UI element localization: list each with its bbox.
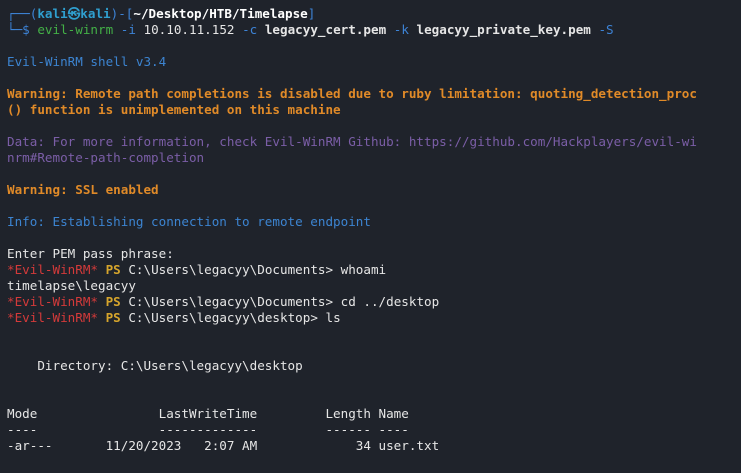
session-tag: *Evil-WinRM* xyxy=(7,294,98,309)
session-line-ls: *Evil-WinRM* PS C:\Users\legacyy\desktop… xyxy=(7,310,741,326)
pem-prompt: Enter PEM pass phrase: xyxy=(7,246,174,261)
session-tag: *Evil-WinRM* xyxy=(7,262,98,277)
info-connecting: Info: Establishing connection to remote … xyxy=(7,214,371,229)
session-command: cd ../desktop xyxy=(333,294,440,309)
directory-heading: Directory: C:\Users\legacyy\desktop xyxy=(7,358,303,373)
ps-label: PS xyxy=(98,294,129,309)
terminal-window[interactable]: ┌──(kali㉿kali)-[~/Desktop/HTB/Timelapse]… xyxy=(0,0,741,473)
session-command: whoami xyxy=(333,262,387,277)
command-cert-file: legacyy_cert.pem xyxy=(257,22,387,37)
warning-path-completion-1: Warning: Remote path completions is disa… xyxy=(7,86,697,101)
command-flag-S: -S xyxy=(590,22,614,37)
prompt-line-2: └─$ evil-winrm -i 10.10.11.152 -c legacy… xyxy=(7,22,741,38)
session-tag: *Evil-WinRM* xyxy=(7,310,98,325)
command-flag-c: -c xyxy=(234,22,258,37)
data-info-line-2: nrm#Remote-path-completion xyxy=(7,150,205,165)
prompt-host: kali xyxy=(80,6,111,21)
prompt-cwd: ~/Desktop/HTB/Timelapse xyxy=(133,6,308,21)
listing-underline: ---- ------------- ------ ---- xyxy=(7,422,409,437)
version-line: Evil-WinRM shell v3.4 xyxy=(7,54,167,69)
command-name: evil-winrm xyxy=(37,22,114,37)
prompt-separator: )-[ xyxy=(110,6,134,21)
prompt-user: kali xyxy=(37,6,68,21)
session-line-whoami: *Evil-WinRM* PS C:\Users\legacyy\Documen… xyxy=(7,262,741,278)
session-path: C:\Users\legacyy\Documents> xyxy=(128,262,334,277)
prompt-line-1: ┌──(kali㉿kali)-[~/Desktop/HTB/Timelapse] xyxy=(7,6,741,22)
ps-label: PS xyxy=(98,262,129,277)
ps-label: PS xyxy=(98,310,129,325)
command-flag-i: -i xyxy=(113,22,136,37)
command-key-file: legacyy_private_key.pem xyxy=(408,22,591,37)
prompt-at-symbol: ㉿ xyxy=(67,6,81,21)
prompt-frame-top: ┌──( xyxy=(7,6,38,21)
data-info-line-1: Data: For more information, check Evil-W… xyxy=(7,134,697,149)
session-command: ls xyxy=(317,310,341,325)
prompt-frame-bottom: └─$ xyxy=(7,22,38,37)
command-flag-k: -k xyxy=(386,22,409,37)
session-path: C:\Users\legacyy\desktop> xyxy=(128,310,318,325)
whoami-result: timelapse\legacyy xyxy=(7,278,136,293)
warning-ssl: Warning: SSL enabled xyxy=(7,182,159,197)
listing-header: Mode LastWriteTime Length Name xyxy=(7,406,409,421)
warning-path-completion-2: () function is unimplemented on this mac… xyxy=(7,102,341,117)
session-path: C:\Users\legacyy\Documents> xyxy=(128,294,334,309)
session-line-cd: *Evil-WinRM* PS C:\Users\legacyy\Documen… xyxy=(7,294,741,310)
prompt-bracket-close: ] xyxy=(307,6,316,21)
command-ip: 10.10.11.152 xyxy=(135,22,235,37)
listing-row: -ar--- 11/20/2023 2:07 AM 34 user.txt xyxy=(7,438,440,453)
